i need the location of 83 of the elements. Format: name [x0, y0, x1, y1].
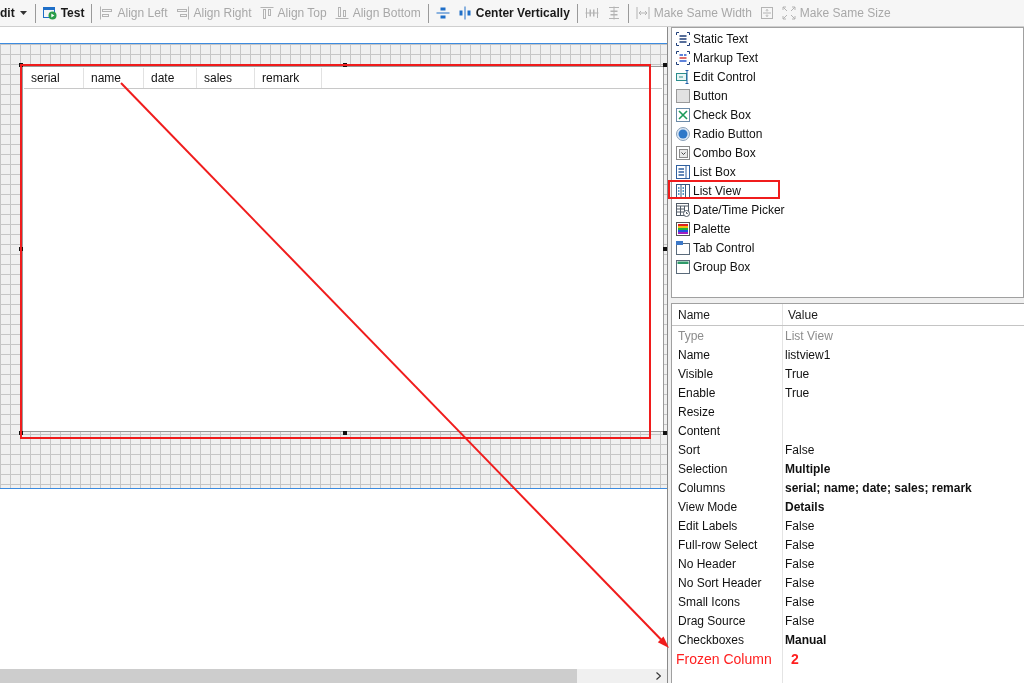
property-value[interactable]: Details — [785, 497, 825, 516]
column-header[interactable]: name — [84, 68, 144, 88]
dropdown-box-icon — [676, 145, 690, 160]
toolbox-item[interactable]: List View — [672, 181, 1023, 200]
list-box-icon — [676, 164, 690, 179]
property-value[interactable]: serial; name; date; sales; remark — [785, 478, 972, 497]
property-value[interactable]: True — [785, 383, 810, 402]
property-name: Edit Labels — [678, 517, 738, 535]
toolbox-item[interactable]: Palette — [672, 219, 1023, 238]
resize-handle[interactable] — [663, 63, 667, 67]
toolbox-item[interactable]: Edit Control — [672, 67, 1023, 86]
calendar-clock-icon — [676, 202, 690, 217]
resize-handle[interactable] — [663, 431, 667, 435]
property-name: Resize — [678, 403, 715, 421]
property-name: Visible — [678, 365, 714, 383]
property-name: Selection — [678, 460, 728, 478]
property-name: Name — [678, 346, 710, 364]
align-center-icon[interactable] — [457, 6, 472, 20]
radio-icon — [676, 126, 690, 141]
toolbar-button[interactable]: Center Vertically — [453, 2, 574, 24]
property-name: Sort — [678, 441, 700, 459]
property-name: Columns — [678, 479, 726, 497]
property-value[interactable]: False — [785, 592, 815, 611]
property-value[interactable]: Manual — [785, 630, 827, 649]
property-value[interactable]: List View — [785, 326, 833, 345]
property-value[interactable]: False — [785, 440, 815, 459]
dropdown-button[interactable]: dit — [0, 2, 32, 24]
toolbox-item[interactable]: Tab Control — [672, 238, 1023, 257]
toolbox-item[interactable]: Date/Time Picker — [672, 200, 1023, 219]
window-play-icon[interactable] — [42, 6, 57, 20]
column-header[interactable]: remark — [255, 68, 322, 88]
resize-handle[interactable] — [19, 63, 23, 67]
toolbox-item[interactable]: Combo Box — [672, 143, 1023, 162]
resize-handle[interactable] — [663, 247, 667, 251]
property-name: No Sort Header — [678, 574, 762, 592]
property-name: Small Icons — [678, 593, 741, 611]
toolbox-item[interactable]: Group Box — [672, 257, 1023, 276]
text-field-icon — [676, 69, 690, 84]
color-bars-icon — [676, 221, 690, 236]
resize-handle[interactable] — [19, 247, 23, 251]
markup-text-icon — [676, 50, 690, 65]
column-header[interactable]: Value — [788, 305, 818, 324]
list-view-control[interactable]: serial name date sales remark — [22, 66, 664, 432]
property-value[interactable]: False — [785, 573, 815, 592]
property-name: Type — [678, 327, 704, 345]
property-value[interactable]: False — [785, 516, 815, 535]
property-name: Content — [678, 422, 721, 440]
property-value[interactable]: True — [785, 364, 810, 383]
toolbox-item[interactable]: Check Box — [672, 105, 1023, 124]
column-header[interactable]: date — [144, 68, 197, 88]
property-value[interactable]: False — [785, 554, 815, 573]
caret-down-icon[interactable] — [19, 11, 27, 15]
text-lines-icon — [676, 31, 690, 46]
tab-window-icon — [676, 240, 690, 255]
toolbar-button[interactable]: Test — [38, 2, 89, 24]
column-header[interactable]: serial — [24, 68, 84, 88]
column-header[interactable]: sales — [197, 68, 255, 88]
group-box-icon — [676, 259, 690, 274]
property-value[interactable]: Multiple — [785, 459, 831, 478]
toolbox-item[interactable]: Radio Button — [672, 124, 1023, 143]
property-name: Full-row Select — [678, 536, 758, 554]
property-value[interactable]: False — [785, 535, 815, 554]
property-name: Frozen Column — [676, 650, 772, 669]
toolbox-item[interactable]: Markup Text — [672, 48, 1023, 67]
property-name: View Mode — [678, 498, 738, 516]
resize-handle[interactable] — [19, 431, 23, 435]
resize-handle[interactable] — [343, 431, 347, 435]
chevron-right-icon[interactable] — [656, 672, 661, 680]
toolbox-item[interactable]: Button — [672, 86, 1023, 105]
property-value[interactable]: False — [785, 611, 815, 630]
property-name: Checkboxes — [678, 631, 745, 649]
column-header[interactable]: Name — [678, 305, 710, 324]
property-name: No Header — [678, 555, 737, 573]
square-icon — [676, 88, 690, 103]
resize-handle[interactable] — [343, 63, 347, 67]
property-value[interactable]: 2 — [791, 649, 799, 670]
checkbox-x-icon — [676, 107, 690, 122]
toolbox-item[interactable]: List Box — [672, 162, 1023, 181]
property-name: Enable — [678, 384, 716, 402]
grid-view-icon — [676, 183, 690, 198]
property-name: Drag Source — [678, 612, 746, 630]
toolbox-item[interactable]: Static Text — [672, 29, 1023, 48]
property-value[interactable]: listview1 — [785, 345, 831, 364]
